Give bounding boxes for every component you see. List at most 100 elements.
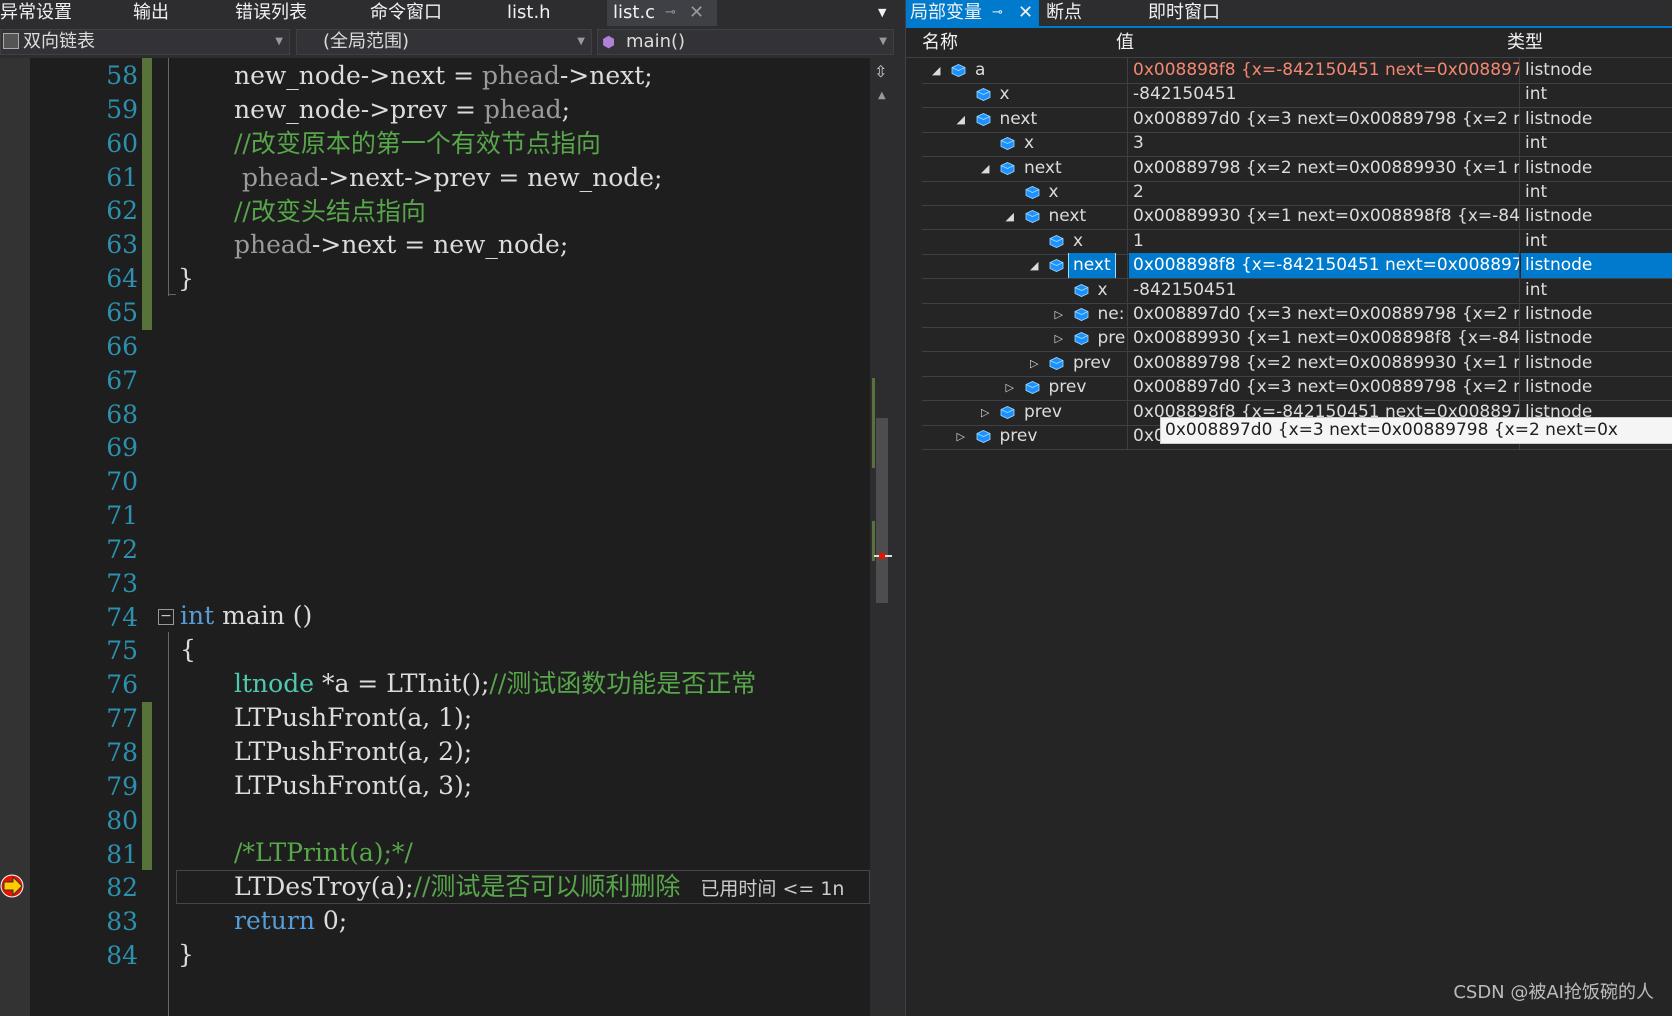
column-divider bbox=[1519, 82, 1520, 109]
locals-value-cell[interactable]: 0x008897d0 {x=3 next=0x00889798 {x=2 nex… bbox=[1129, 302, 1519, 327]
column-divider bbox=[1519, 155, 1520, 182]
tab-list-h[interactable]: list.h bbox=[507, 0, 551, 26]
locals-tree: ◢ a 0x008898f8 {x=-842150451 next=0x008897… bbox=[906, 58, 1672, 458]
column-header-value[interactable]: 值 bbox=[1116, 28, 1134, 58]
code-line-60: //改变原本的第一个有效节点指向 bbox=[234, 129, 601, 158]
locals-row[interactable]: ▷ prev 0x008897d0 {x=3 next=0x00889798 {x=… bbox=[922, 375, 1672, 402]
locals-row[interactable]: x 3 int bbox=[922, 131, 1672, 158]
locals-value-cell[interactable]: 0x008898f8 {x=-842150451 next=0x008897d0… bbox=[1129, 253, 1519, 279]
glyph-margin[interactable] bbox=[0, 58, 30, 1016]
code-editor[interactable]: 58 59 60 61 62 63 64 65 66 67 68 69 70 71 72 73 74 75 76 77… bbox=[0, 58, 905, 1016]
code-line-83: return 0; bbox=[234, 906, 348, 935]
locals-row[interactable]: ◢ next 0x008897d0 {x=3 next=0x00889798 {x=… bbox=[922, 106, 1672, 133]
tab-breakpoints[interactable]: 断点 bbox=[1046, 0, 1082, 26]
column-divider bbox=[1519, 375, 1520, 402]
locals-value-cell[interactable]: 0x008898f8 {x=-842150451 next=0x008897d0… bbox=[1129, 58, 1519, 83]
locals-name-cell: ▷ ne: bbox=[922, 302, 1127, 327]
project-dropdown[interactable]: 双向链表 ▼ bbox=[0, 29, 290, 55]
locals-name-cell: x bbox=[922, 278, 1127, 303]
collapse-arrow-icon[interactable]: ◢ bbox=[1030, 253, 1038, 278]
column-header-type[interactable]: 类型 bbox=[1507, 28, 1543, 58]
close-icon[interactable]: ✕ bbox=[1018, 0, 1033, 26]
tab-list-c[interactable]: list.c ⊸ ✕ bbox=[607, 0, 717, 26]
expand-arrow-icon[interactable]: ▷ bbox=[1030, 351, 1038, 376]
locals-value-cell[interactable]: 0x00889798 {x=2 next=0x00889930 {x=1 nex… bbox=[1129, 156, 1519, 181]
variable-field-icon bbox=[1049, 259, 1064, 273]
tab-error-list[interactable]: 错误列表 bbox=[235, 0, 307, 26]
locals-row[interactable]: ◢ next 0x008898f8 {x=-842150451 next=0x008… bbox=[922, 253, 1672, 280]
locals-value-cell[interactable]: 0x00889930 {x=1 next=0x008898f8 {x=-8421… bbox=[1129, 326, 1519, 351]
tab-locals[interactable]: 局部变量 ⊸ ✕ bbox=[906, 0, 1039, 26]
scope-dropdown[interactable]: (全局范围) ▼ bbox=[296, 29, 592, 55]
locals-row[interactable]: x -842150451 int bbox=[922, 277, 1672, 304]
scroll-up-icon[interactable]: ▲ bbox=[878, 90, 886, 101]
locals-type-cell: listnode bbox=[1525, 157, 1593, 178]
column-header-name[interactable]: 名称 bbox=[922, 28, 958, 58]
locals-row[interactable]: ◢ next 0x00889930 {x=1 next=0x008898f8 {x=… bbox=[922, 204, 1672, 231]
code-line-79: LTPushFront(a, 3); bbox=[234, 771, 473, 800]
column-divider bbox=[1519, 58, 1520, 84]
locals-row[interactable]: ◢ a 0x008898f8 {x=-842150451 next=0x008897… bbox=[922, 58, 1672, 84]
pin-icon[interactable]: ⊸ bbox=[992, 0, 1003, 26]
scope-guide bbox=[168, 58, 169, 296]
code-line-76: ltnode *a = LTInit();//测试函数功能是否正常 bbox=[234, 669, 757, 698]
scrollbar-thumb[interactable] bbox=[876, 418, 888, 603]
expand-arrow-icon[interactable]: ▷ bbox=[1055, 302, 1063, 327]
tab-immediate-window[interactable]: 即时窗口 bbox=[1148, 0, 1220, 26]
perf-tip[interactable]: 已用时间 <= 1n bbox=[680, 878, 844, 900]
split-icon[interactable]: ⇳ bbox=[874, 62, 887, 81]
locals-value-cell[interactable]: -842150451 bbox=[1129, 278, 1519, 303]
close-icon[interactable]: ✕ bbox=[689, 0, 704, 26]
locals-header: 名称 值 类型 bbox=[906, 28, 1672, 58]
expand-arrow-icon[interactable]: ▷ bbox=[1055, 326, 1063, 351]
locals-row[interactable]: x 2 int bbox=[922, 180, 1672, 206]
column-divider bbox=[1519, 350, 1520, 377]
column-divider bbox=[1519, 253, 1520, 280]
locals-name-cell: ◢ next bbox=[922, 204, 1127, 229]
column-divider bbox=[1127, 180, 1128, 206]
expand-arrow-icon[interactable]: ▷ bbox=[957, 424, 965, 449]
column-divider bbox=[1519, 131, 1520, 158]
locals-value-cell[interactable]: 1 bbox=[1129, 229, 1519, 254]
locals-row[interactable]: x 1 int bbox=[922, 228, 1672, 255]
collapse-icon[interactable]: − bbox=[158, 609, 174, 625]
collapse-arrow-icon[interactable]: ◢ bbox=[957, 107, 965, 132]
variable-field-icon bbox=[1074, 308, 1088, 321]
locals-value-cell[interactable]: 0x00889798 {x=2 next=0x00889930 {x=1 nex… bbox=[1129, 351, 1519, 376]
tab-overflow-dropdown-icon[interactable]: ▼ bbox=[878, 0, 886, 26]
locals-value-cell[interactable]: -842150451 bbox=[1129, 82, 1519, 107]
locals-value-cell[interactable]: 0x00889930 {x=1 next=0x008898f8 {x=-8421… bbox=[1129, 204, 1519, 229]
line-number: 60 bbox=[106, 128, 138, 158]
locals-row[interactable]: ▷ pre 0x00889930 {x=1 next=0x008898f8 {x=-… bbox=[922, 326, 1672, 353]
editor-vertical-scrollbar[interactable]: ⇳ ▲ bbox=[870, 58, 905, 1016]
expand-arrow-icon[interactable]: ▷ bbox=[981, 400, 989, 425]
tab-command-window[interactable]: 命令窗口 bbox=[370, 0, 442, 26]
line-number: 84 bbox=[106, 941, 138, 971]
function-dropdown[interactable]: ⬢ main() ▼ bbox=[597, 29, 894, 55]
watermark: CSDN @被AI抢饭碗的人 bbox=[1453, 982, 1654, 1003]
column-divider bbox=[1127, 350, 1128, 377]
column-divider bbox=[1519, 204, 1520, 231]
pin-icon[interactable]: ⊸ bbox=[665, 0, 676, 26]
line-number: 79 bbox=[106, 771, 138, 801]
tab-output[interactable]: 输出 bbox=[133, 0, 169, 26]
tab-exception-settings[interactable]: 异常设置 bbox=[0, 0, 72, 26]
column-divider bbox=[1127, 58, 1128, 84]
locals-name-cell: ▷ prev bbox=[922, 400, 1127, 425]
locals-value-cell[interactable]: 0x008897d0 {x=3 next=0x00889798 {x=2 nex… bbox=[1129, 107, 1519, 132]
change-bar bbox=[142, 702, 152, 870]
locals-row[interactable]: x -842150451 int bbox=[922, 82, 1672, 109]
collapse-arrow-icon[interactable]: ◢ bbox=[981, 156, 989, 181]
expand-arrow-icon[interactable]: ▷ bbox=[1006, 375, 1014, 400]
line-number: 61 bbox=[106, 162, 138, 192]
locals-name: a bbox=[975, 60, 986, 80]
locals-value-cell[interactable]: 3 bbox=[1129, 131, 1519, 156]
collapse-arrow-icon[interactable]: ◢ bbox=[932, 58, 940, 83]
locals-row[interactable]: ◢ next 0x00889798 {x=2 next=0x00889930 {x=… bbox=[922, 155, 1672, 182]
locals-row[interactable]: ▷ prev 0x00889798 {x=2 next=0x00889930 {x=… bbox=[922, 350, 1672, 377]
locals-value-cell[interactable]: 0x008897d0 {x=3 next=0x00889798 {x=2 nex… bbox=[1129, 375, 1519, 400]
locals-value-cell[interactable]: 2 bbox=[1129, 180, 1519, 205]
collapse-arrow-icon[interactable]: ◢ bbox=[1006, 204, 1014, 229]
locals-row[interactable]: ▷ ne: 0x008897d0 {x=3 next=0x00889798 {x=2… bbox=[922, 302, 1672, 328]
locals-name-cell: ◢ a bbox=[922, 58, 1127, 83]
